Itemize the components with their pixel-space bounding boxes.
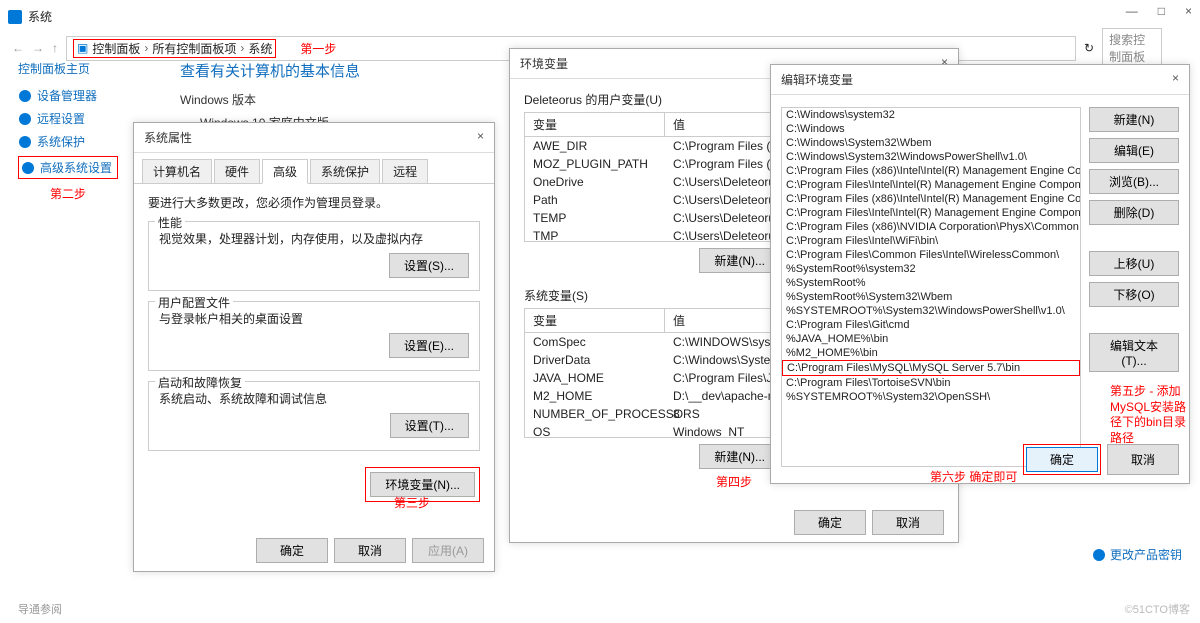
path-up-button[interactable]: 上移(U)	[1089, 251, 1179, 276]
shield-icon	[1092, 548, 1106, 562]
path-delete-button[interactable]: 删除(D)	[1089, 200, 1179, 225]
tab-advanced[interactable]: 高级	[262, 159, 308, 184]
profiles-settings-button[interactable]: 设置(E)...	[389, 333, 469, 358]
shield-icon	[18, 89, 32, 103]
tab-system-protection[interactable]: 系统保护	[310, 159, 380, 183]
performance-settings-button[interactable]: 设置(S)...	[389, 253, 469, 278]
user-new-button[interactable]: 新建(N)...	[699, 248, 780, 273]
shield-icon	[21, 161, 35, 175]
dialog-title: 环境变量	[520, 55, 568, 72]
sys-new-button[interactable]: 新建(N)...	[699, 444, 780, 469]
list-item[interactable]: C:\Program Files\Intel\Intel(R) Manageme…	[782, 206, 1080, 220]
list-item[interactable]: %JAVA_HOME%\bin	[782, 332, 1080, 346]
step6-label: 第六步 确定即可	[930, 468, 1017, 485]
cancel-button[interactable]: 取消	[334, 538, 406, 563]
list-item[interactable]: C:\Windows\System32\Wbem	[782, 136, 1080, 150]
close-icon[interactable]: ×	[1172, 71, 1179, 88]
tabs: 计算机名 硬件 高级 系统保护 远程	[134, 153, 494, 184]
list-item[interactable]: C:\Program Files\Common Files\Intel\Wire…	[782, 248, 1080, 262]
sidebar-advanced-settings[interactable]: 高级系统设置	[18, 156, 118, 179]
startup-recovery-group: 启动和故障恢复 系统启动、系统故障和调试信息 设置(T)...	[148, 381, 480, 451]
control-panel-home-link[interactable]: 控制面板主页	[18, 60, 118, 77]
edit-cancel-button[interactable]: 取消	[1107, 444, 1179, 475]
list-item[interactable]: %M2_HOME%\bin	[782, 346, 1080, 360]
list-item[interactable]: C:\Program Files\TortoiseSVN\bin	[782, 376, 1080, 390]
maximize-button[interactable]: □	[1158, 4, 1165, 18]
shield-icon	[18, 112, 32, 126]
close-icon[interactable]: ×	[477, 129, 484, 146]
window-title-text: 系统	[28, 8, 52, 25]
window-titlebar: 系统	[8, 8, 52, 25]
path-edit-text-button[interactable]: 编辑文本(T)...	[1089, 333, 1179, 372]
close-button[interactable]: ×	[1185, 4, 1192, 18]
path-browse-button[interactable]: 浏览(B)...	[1089, 169, 1179, 194]
list-item[interactable]: C:\Windows\system32	[782, 108, 1080, 122]
list-item[interactable]: %SystemRoot%	[782, 276, 1080, 290]
env-cancel-button[interactable]: 取消	[872, 510, 944, 535]
list-item[interactable]: C:\Windows\System32\WindowsPowerShell\v1…	[782, 150, 1080, 164]
minimize-button[interactable]: —	[1126, 4, 1138, 18]
step1-label: 第一步	[300, 40, 336, 57]
user-profiles-group: 用户配置文件 与登录帐户相关的桌面设置 设置(E)...	[148, 301, 480, 371]
list-item[interactable]: C:\Program Files\Git\cmd	[782, 318, 1080, 332]
step5-label: 第五步 - 添加MySQL安装路径下的bin目录路径	[1110, 384, 1196, 446]
apply-button[interactable]: 应用(A)	[412, 538, 484, 563]
list-item[interactable]: C:\Program Files (x86)\Intel\Intel(R) Ma…	[782, 192, 1080, 206]
list-item[interactable]: C:\Program Files\MySQL\MySQL Server 5.7\…	[783, 361, 1079, 375]
search-input[interactable]: 搜索控制面板	[1102, 28, 1162, 68]
path-list[interactable]: C:\Windows\system32C:\WindowsC:\Windows\…	[781, 107, 1081, 467]
tab-hardware[interactable]: 硬件	[214, 159, 260, 183]
refresh-icon[interactable]: ↻	[1084, 41, 1094, 55]
edit-ok-button[interactable]: 确定	[1026, 447, 1098, 472]
nav-forward-icon[interactable]: →	[32, 41, 44, 55]
sidebar: 控制面板主页 设备管理器 远程设置 系统保护 高级系统设置 第二步	[18, 60, 118, 202]
tab-computer-name[interactable]: 计算机名	[142, 159, 212, 183]
change-product-key-link[interactable]: 更改产品密钥	[1092, 546, 1182, 563]
dialog-title: 编辑环境变量	[781, 71, 853, 88]
step2-label: 第二步	[18, 185, 118, 202]
list-item[interactable]: %SystemRoot%\System32\Wbem	[782, 290, 1080, 304]
sidebar-remote-settings[interactable]: 远程设置	[18, 110, 118, 127]
list-item[interactable]: C:\Windows	[782, 122, 1080, 136]
step3-label: 第三步	[394, 494, 430, 511]
list-item[interactable]: C:\Program Files\Intel\Intel(R) Manageme…	[782, 178, 1080, 192]
dialog-title: 系统属性	[144, 129, 192, 146]
list-item[interactable]: C:\Program Files (x86)\NVIDIA Corporatio…	[782, 220, 1080, 234]
env-ok-button[interactable]: 确定	[794, 510, 866, 535]
admin-note: 要进行大多数更改，您必须作为管理员登录。	[148, 194, 480, 211]
path-down-button[interactable]: 下移(O)	[1089, 282, 1179, 307]
nav-back-icon[interactable]: ←	[12, 41, 24, 55]
tab-remote[interactable]: 远程	[382, 159, 428, 183]
shield-icon	[18, 135, 32, 149]
system-properties-dialog: 系统属性 × 计算机名 硬件 高级 系统保护 远程 要进行大多数更改，您必须作为管…	[133, 122, 495, 572]
path-edit-button[interactable]: 编辑(E)	[1089, 138, 1179, 163]
list-item[interactable]: %SystemRoot%\system32	[782, 262, 1080, 276]
windows-version-label: Windows 版本	[180, 91, 360, 108]
sidebar-system-protection[interactable]: 系统保护	[18, 133, 118, 150]
credit-text: ©51CTO博客	[1125, 601, 1190, 617]
app-icon	[8, 10, 22, 24]
page-heading: 查看有关计算机的基本信息	[180, 60, 360, 81]
list-item[interactable]: %SYSTEMROOT%\System32\OpenSSH\	[782, 390, 1080, 404]
performance-group: 性能 视觉效果，处理器计划，内存使用，以及虚拟内存 设置(S)...	[148, 221, 480, 291]
list-item[interactable]: %SYSTEMROOT%\System32\WindowsPowerShell\…	[782, 304, 1080, 318]
nav-up-icon[interactable]: ↑	[52, 41, 58, 55]
startup-settings-button[interactable]: 设置(T)...	[390, 413, 469, 438]
ok-button[interactable]: 确定	[256, 538, 328, 563]
list-item[interactable]: C:\Program Files (x86)\Intel\Intel(R) Ma…	[782, 164, 1080, 178]
see-also-label: 导通参阅	[18, 601, 62, 617]
path-new-button[interactable]: 新建(N)	[1089, 107, 1179, 132]
sidebar-device-manager[interactable]: 设备管理器	[18, 87, 118, 104]
list-item[interactable]: C:\Program Files\Intel\WiFi\bin\	[782, 234, 1080, 248]
window-controls: — □ ×	[1126, 4, 1192, 18]
